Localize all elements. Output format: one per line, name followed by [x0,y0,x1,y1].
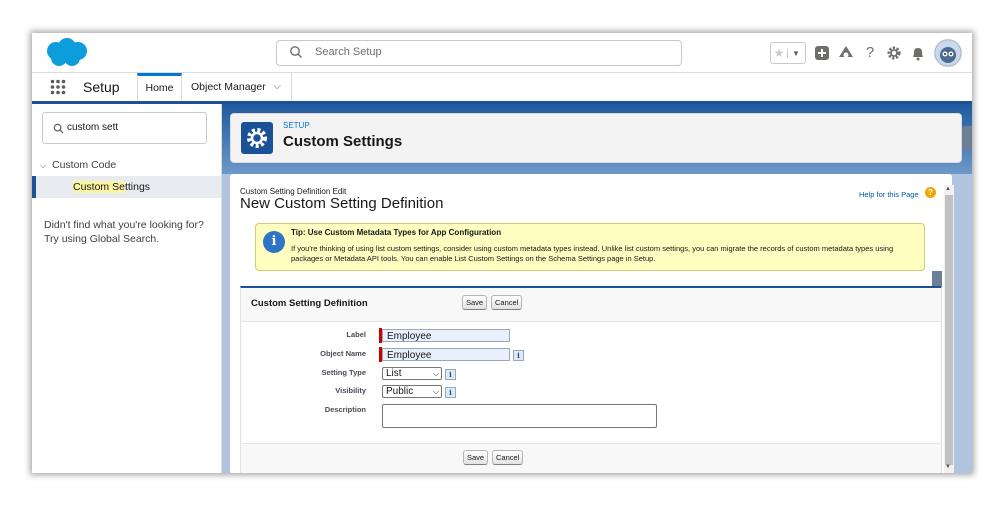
chevron-down-icon[interactable]: ⌵ [40,161,52,171]
tip-title: Tip: Use Custom Metadata Types for App C… [291,228,502,237]
save-button[interactable]: Save [463,450,489,465]
app-window: Search Setup ★ ▼ ? Setup Home Object Man… [32,33,972,473]
side-panel-handle[interactable] [962,126,972,150]
form-title: New Custom Setting Definition [240,195,444,212]
form-body: Label Employee Object Name Employee i Se… [242,321,940,444]
section-title: Custom Setting Definition [251,298,368,309]
salesforce-logo[interactable] [42,37,90,69]
not-found-message: Didn't find what you're looking for? [44,219,204,231]
tab-home[interactable]: Home [137,73,182,101]
search-icon [290,46,302,58]
chevron-down-icon: ⌵ [432,369,439,378]
app-name: Setup [83,79,120,95]
description-field-label: Description [324,405,366,414]
setting-type-field-label: Setting Type [321,368,366,377]
label-field-label: Label [346,330,366,339]
header-icons: ★ ▼ ? [770,37,962,69]
help-link[interactable]: Help for this Page [859,190,919,199]
tree-category-custom-code[interactable]: ⌵ Custom Code [40,159,116,171]
page-title: Custom Settings [283,133,403,150]
save-button[interactable]: Save [462,295,488,310]
page-header: SETUP Custom Settings [230,113,962,163]
object-name-field-label: Object Name [320,349,366,358]
info-icon[interactable]: i [445,369,456,380]
page-kicker: SETUP [283,121,310,130]
help-question-icon[interactable]: ? [925,187,936,198]
cancel-button[interactable]: Cancel [491,295,523,310]
setup-gear-icon[interactable] [886,45,902,61]
tree-item-custom-settings[interactable]: Custom Settings [32,176,221,198]
chevron-down-icon: ⌵ [432,387,439,396]
label-input[interactable]: Employee [382,329,510,342]
scroll-up-icon[interactable]: ▲ [945,186,951,192]
setting-type-select[interactable]: List ⌵ [382,367,442,380]
global-actions-icon[interactable] [814,45,830,61]
description-textarea[interactable] [382,404,657,428]
tip-body: If you're thinking of using list custom … [291,244,894,263]
scrollbar[interactable]: ▲ ▼ [944,185,954,473]
search-icon [53,123,64,134]
tab-object-manager[interactable]: Object Manager ⌵ [182,73,292,101]
tab-object-manager-label: Object Manager [191,81,266,93]
global-search-hint: Try using Global Search. [44,233,160,245]
bottom-button-bar: Save Cancel [242,443,940,473]
avatar-image [935,40,961,66]
quick-find-value: custom sett [67,122,119,133]
setup-sidebar: custom sett ⌵ Custom Code Custom Settings… [32,104,222,473]
tree-item-label-suffix: ttings [124,181,151,193]
favorites-dropdown-icon[interactable]: ▼ [787,48,804,58]
chevron-down-icon[interactable]: ⌵ [273,73,281,101]
setup-page-icon [241,122,273,154]
app-nav-bar: Setup Home Object Manager ⌵ [32,73,972,104]
favorites-star-icon[interactable]: ★ [771,46,787,60]
app-launcher-icon[interactable] [50,79,66,95]
global-search-input[interactable]: Search Setup [276,40,682,66]
tree-category-label: Custom Code [52,159,117,171]
search-placeholder: Search Setup [315,46,382,58]
global-header: Search Setup ★ ▼ ? [32,33,972,73]
info-icon[interactable]: i [445,387,456,398]
trailhead-icon[interactable] [838,45,854,61]
help-icon[interactable]: ? [862,45,878,61]
scroll-down-icon[interactable]: ▼ [945,464,951,470]
user-avatar[interactable] [934,39,962,67]
tree-item-label-prefix: Custom Se [73,181,125,193]
tree-item-label: Custom Settings [73,181,150,193]
scrollbar-thumb[interactable] [945,195,953,465]
setting-type-value: List [386,368,402,379]
notifications-bell-icon[interactable] [910,45,926,61]
favorites-control[interactable]: ★ ▼ [770,42,806,64]
visibility-select[interactable]: Public ⌵ [382,385,442,398]
quick-find-input[interactable]: custom sett [42,112,207,144]
info-icon: i [263,231,285,253]
form-block: Custom Setting Definition Save Cancel La… [240,286,942,473]
object-name-input[interactable]: Employee [382,348,510,361]
gear-icon [247,128,267,148]
visibility-value: Public [386,386,414,397]
cancel-button[interactable]: Cancel [492,450,524,465]
tip-box: i Tip: Use Custom Metadata Types for App… [255,223,925,271]
visibility-field-label: Visibility [335,386,366,395]
info-icon[interactable]: i [513,350,524,361]
